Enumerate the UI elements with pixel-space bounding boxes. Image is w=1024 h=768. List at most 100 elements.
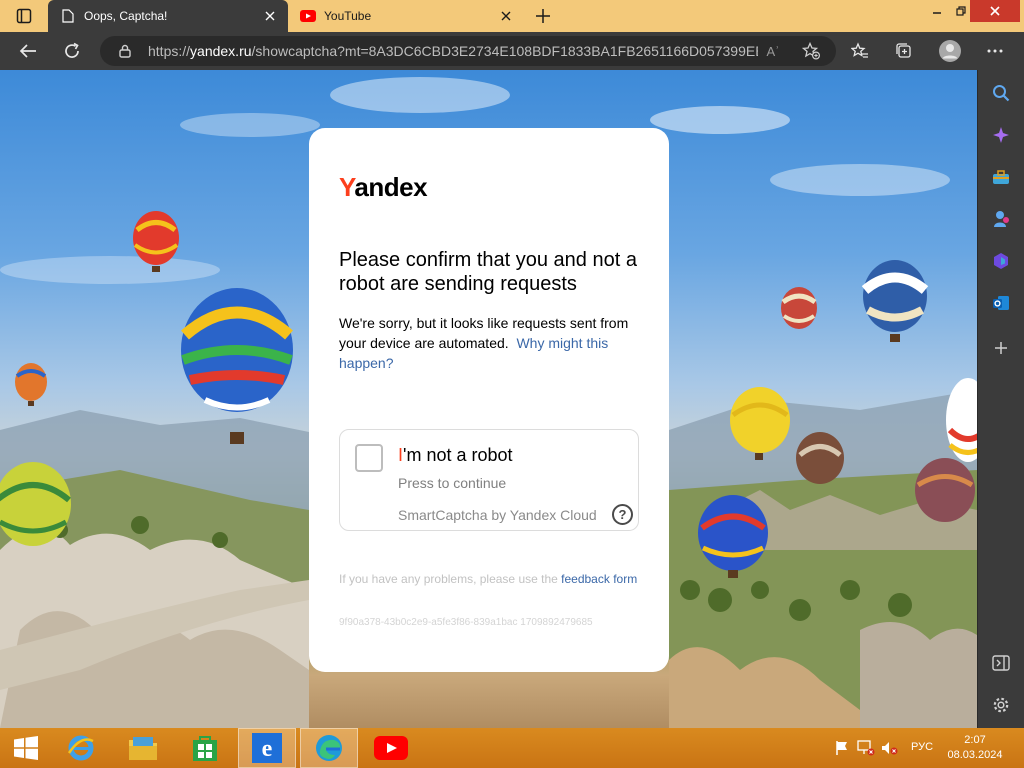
page-title: Please confirm that you and not a robot … (339, 249, 637, 295)
taskbar-edge[interactable] (300, 728, 358, 768)
tab-youtube[interactable]: YouTube (288, 0, 524, 32)
office-icon (994, 253, 1008, 269)
captcha-subtitle: Press to continue (398, 475, 507, 491)
captcha-title[interactable]: I'm not a robot (398, 445, 513, 466)
page-icon (60, 8, 76, 24)
tab-close-button[interactable] (498, 8, 514, 24)
lock-icon[interactable] (118, 44, 132, 58)
balloon (796, 432, 844, 484)
taskbar-file-explorer[interactable] (120, 728, 166, 768)
read-aloud-button[interactable]: Aʾ (762, 41, 784, 61)
window-close-button[interactable] (970, 0, 1020, 22)
favorites-button[interactable] (846, 38, 874, 64)
captcha-title-rest: 'm not a robot (403, 445, 513, 465)
yandex-logo: Yandex (339, 172, 428, 203)
logo-rest: andex (354, 172, 428, 202)
sidebar-hide-button[interactable] (988, 650, 1014, 676)
start-button[interactable] (6, 728, 46, 768)
windows-taskbar: e РУС 2:07 08.03.2024 (0, 728, 1024, 768)
clock-time: 2:07 (964, 734, 986, 746)
not-robot-checkbox[interactable] (355, 444, 383, 472)
sidebar-search-button[interactable] (988, 80, 1014, 106)
outlook-icon (993, 296, 1009, 310)
settings-menu-button[interactable] (981, 38, 1009, 64)
tab-strip: Oops, Captcha! YouTube (0, 0, 1024, 32)
balloon (781, 287, 817, 329)
star-plus-icon (802, 42, 820, 60)
help-icon[interactable]: ? (612, 504, 633, 525)
youtube-icon (374, 736, 408, 760)
close-icon (501, 11, 511, 21)
balloon (915, 458, 975, 522)
sidebar-outlook-button[interactable] (988, 290, 1014, 316)
browser-toolbar: https://yandex.ru/showcaptcha?mt=8A3DC6C… (0, 32, 1024, 70)
hide-sidebar-icon (992, 655, 1010, 671)
folder-icon (129, 737, 157, 760)
tab-captcha[interactable]: Oops, Captcha! (48, 0, 288, 32)
sidebar-office-button[interactable] (988, 248, 1014, 274)
add-favorite-button[interactable] (800, 41, 822, 61)
refresh-icon (65, 42, 79, 58)
sidebar-settings-button[interactable] (988, 692, 1014, 718)
sidebar-add-button[interactable] (988, 335, 1014, 361)
sidebar-tools-button[interactable] (988, 164, 1014, 190)
taskbar-internet-explorer[interactable] (58, 728, 104, 768)
volume-muted-icon[interactable] (880, 738, 900, 758)
action-center-icon[interactable] (832, 738, 852, 758)
collections-button[interactable] (890, 38, 918, 64)
address-bar[interactable]: https://yandex.ru/showcaptcha?mt=8A3DC6C… (100, 36, 836, 66)
internet-explorer-icon: e (252, 733, 282, 763)
plus-icon (995, 342, 1007, 354)
captcha-card: Yandex Please confirm that you and not a… (309, 128, 669, 672)
internet-explorer-icon (67, 735, 94, 761)
tab-actions-icon (16, 8, 32, 24)
profile-button[interactable] (936, 38, 964, 64)
close-icon (990, 6, 1000, 16)
edge-icon (316, 735, 342, 761)
gear-icon (993, 697, 1009, 713)
tab-actions-button[interactable] (8, 5, 40, 27)
sidebar-games-button[interactable] (988, 206, 1014, 232)
smartcaptcha-widget[interactable]: I'm not a robot Press to continue SmartC… (339, 429, 639, 531)
back-arrow-icon (19, 44, 36, 58)
store-icon (193, 736, 217, 761)
plus-icon (536, 9, 550, 23)
language-indicator[interactable]: РУС (911, 741, 933, 753)
problems-note: If you have any problems, please use the… (339, 571, 639, 587)
taskbar-internet-explorer-metro[interactable]: e (238, 728, 296, 768)
network-icon[interactable] (856, 738, 876, 758)
read-aloud-icon: Aʾ (766, 43, 780, 59)
windows-logo-icon (14, 736, 38, 760)
sidebar-copilot-button[interactable] (988, 122, 1014, 148)
sparkle-icon (993, 127, 1009, 143)
tab-title: YouTube (324, 9, 372, 23)
taskbar-store[interactable] (182, 728, 228, 768)
feedback-link[interactable]: feedback form (561, 572, 637, 586)
captcha-brand: SmartCaptcha by Yandex Cloud (398, 507, 597, 523)
url-text[interactable]: https://yandex.ru/showcaptcha?mt=8A3DC6C… (148, 43, 758, 59)
search-icon (993, 85, 1010, 102)
problems-text: If you have any problems, please use the (339, 572, 558, 586)
favorites-icon (851, 42, 868, 58)
new-tab-button[interactable] (532, 5, 554, 27)
refresh-button[interactable] (58, 38, 86, 64)
clock-date: 08.03.2024 (947, 749, 1003, 761)
url-scheme: https:// (148, 43, 191, 59)
web-page: Yandex Please confirm that you and not a… (0, 70, 977, 728)
toolbox-icon (993, 170, 1009, 184)
description: We're sorry, but it looks like requests … (339, 313, 645, 373)
logo-letter-y: Y (339, 172, 355, 202)
balloon (861, 260, 929, 342)
taskbar-youtube[interactable] (366, 728, 416, 768)
youtube-icon (300, 8, 316, 24)
avatar-icon (939, 40, 961, 62)
tab-close-button[interactable] (262, 8, 278, 24)
url-path: /showcaptcha?mt=8A3DC6CBD3E2734E108BDF18… (251, 43, 758, 59)
system-clock[interactable]: 2:07 08.03.2024 (946, 733, 1004, 763)
back-button[interactable] (14, 38, 42, 64)
collections-icon (896, 43, 911, 58)
close-icon (265, 11, 275, 21)
more-dots-icon (987, 49, 1003, 53)
restore-icon (956, 6, 966, 16)
games-icon (994, 211, 1009, 227)
